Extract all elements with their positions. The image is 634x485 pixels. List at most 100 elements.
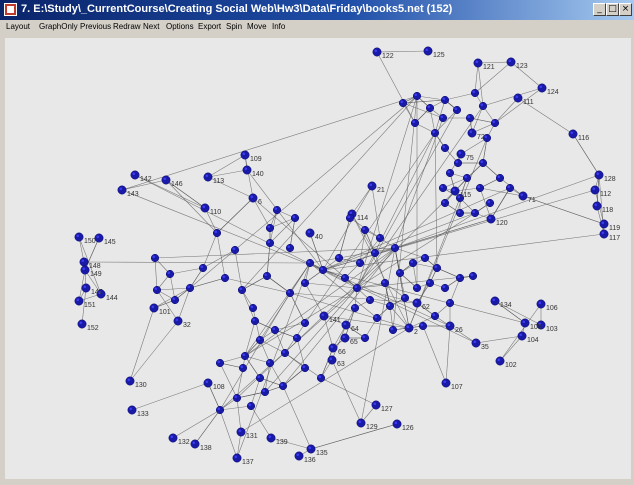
graph-node[interactable] (453, 158, 463, 168)
graph-node[interactable] (345, 213, 355, 223)
graph-node[interactable] (392, 419, 402, 429)
graph-node[interactable] (255, 335, 265, 345)
graph-node[interactable] (356, 418, 366, 428)
graph-node[interactable] (185, 283, 195, 293)
graph-node[interactable] (203, 172, 213, 182)
graph-node[interactable] (438, 183, 448, 193)
graph-node[interactable] (410, 118, 420, 128)
graph-node[interactable] (74, 296, 84, 306)
graph-node[interactable] (537, 83, 547, 93)
graph-node[interactable] (412, 283, 422, 293)
title-bar[interactable]: 7. E:\Study\_CurrentCourse\Creating Soci… (0, 0, 634, 20)
graph-node[interactable] (280, 348, 290, 358)
graph-node[interactable] (130, 170, 140, 180)
graph-node[interactable] (599, 219, 609, 229)
graph-node[interactable] (242, 165, 252, 175)
graph-node[interactable] (272, 205, 282, 215)
graph-node[interactable] (168, 433, 178, 443)
graph-node[interactable] (266, 433, 276, 443)
graph-node[interactable] (319, 311, 329, 321)
graph-node[interactable] (316, 373, 326, 383)
close-button[interactable]: × (619, 3, 632, 16)
graph-node[interactable] (173, 316, 183, 326)
menu-spin[interactable]: Spin (226, 22, 242, 31)
graph-node[interactable] (568, 129, 578, 139)
graph-node[interactable] (594, 170, 604, 180)
graph-node[interactable] (432, 263, 442, 273)
graph-node[interactable] (350, 303, 360, 313)
graph-node[interactable] (149, 303, 159, 313)
graph-node[interactable] (367, 181, 377, 191)
graph-node[interactable] (127, 405, 137, 415)
graph-node[interactable] (592, 201, 602, 211)
graph-node[interactable] (165, 269, 175, 279)
graph-node[interactable] (467, 128, 477, 138)
graph-node[interactable] (200, 203, 210, 213)
graph-node[interactable] (198, 263, 208, 273)
graph-node[interactable] (398, 98, 408, 108)
graph-node[interactable] (420, 253, 430, 263)
graph-node[interactable] (190, 439, 200, 449)
graph-node[interactable] (440, 198, 450, 208)
graph-node[interactable] (305, 258, 315, 268)
graph-node[interactable] (471, 338, 481, 348)
graph-node[interactable] (456, 149, 466, 159)
graph-node[interactable] (599, 229, 609, 239)
graph-node[interactable] (352, 283, 362, 293)
graph-node[interactable] (81, 283, 91, 293)
graph-node[interactable] (390, 243, 400, 253)
graph-node[interactable] (473, 58, 483, 68)
graph-node[interactable] (404, 323, 414, 333)
graph-node[interactable] (327, 355, 337, 365)
graph-node[interactable] (490, 118, 500, 128)
graph-node[interactable] (340, 333, 350, 343)
graph-node[interactable] (215, 358, 225, 368)
graph-node[interactable] (300, 318, 310, 328)
graph-node[interactable] (506, 57, 516, 67)
graph-node[interactable] (212, 228, 222, 238)
graph-node[interactable] (445, 168, 455, 178)
graph-node[interactable] (306, 444, 316, 454)
graph-node[interactable] (240, 150, 250, 160)
graph-node[interactable] (455, 208, 465, 218)
graph-node[interactable] (365, 295, 375, 305)
graph-node[interactable] (470, 208, 480, 218)
graph-node[interactable] (94, 233, 104, 243)
graph-node[interactable] (452, 105, 462, 115)
graph-node[interactable] (260, 387, 270, 397)
graph-node[interactable] (372, 313, 382, 323)
graph-node[interactable] (290, 213, 300, 223)
graph-node[interactable] (485, 198, 495, 208)
graph-node[interactable] (438, 113, 448, 123)
graph-node[interactable] (237, 285, 247, 295)
graph-node[interactable] (285, 243, 295, 253)
graph-node[interactable] (440, 95, 450, 105)
graph-node[interactable] (246, 401, 256, 411)
graph-node[interactable] (395, 268, 405, 278)
graph-node[interactable] (203, 378, 213, 388)
graph-node[interactable] (423, 46, 433, 56)
graph-node[interactable] (478, 101, 488, 111)
graph-node[interactable] (486, 214, 496, 224)
graph-node[interactable] (125, 376, 135, 386)
graph-node[interactable] (117, 185, 127, 195)
menu-previous[interactable]: Previous (80, 22, 111, 31)
menu-next[interactable]: Next (143, 22, 159, 31)
menu-redraw[interactable]: Redraw (113, 22, 141, 31)
graph-node[interactable] (517, 331, 527, 341)
graph-node[interactable] (77, 319, 87, 329)
graph-node[interactable] (215, 405, 225, 415)
graph-node[interactable] (470, 88, 480, 98)
graph-node[interactable] (385, 301, 395, 311)
graph-node[interactable] (371, 400, 381, 410)
graph-node[interactable] (265, 223, 275, 233)
graph-node[interactable] (355, 258, 365, 268)
graph-node[interactable] (455, 273, 465, 283)
graph-node[interactable] (248, 193, 258, 203)
graph-node[interactable] (285, 288, 295, 298)
graph-node[interactable] (278, 381, 288, 391)
graph-node[interactable] (328, 343, 338, 353)
graph-node[interactable] (425, 103, 435, 113)
graph-node[interactable] (505, 183, 515, 193)
graph-node[interactable] (300, 363, 310, 373)
